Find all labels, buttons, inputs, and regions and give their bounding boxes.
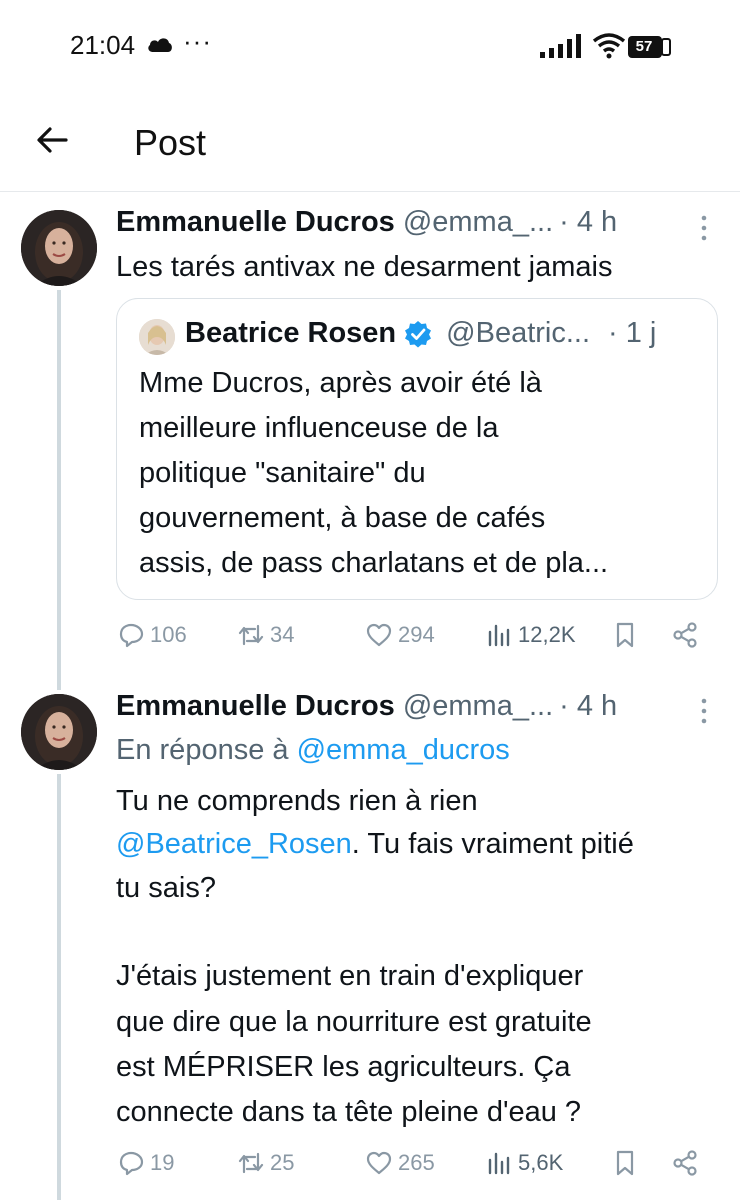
tweet-text-line: Tu ne comprends rien à rien	[116, 785, 478, 817]
signal-icon	[540, 34, 581, 58]
share-button[interactable]	[670, 620, 700, 650]
reply-icon	[119, 1151, 144, 1176]
handle[interactable]: @emma_...	[403, 206, 553, 239]
like-count: 294	[398, 622, 435, 647]
share-icon	[673, 622, 697, 648]
reply-prefix: En réponse à	[116, 734, 297, 766]
tweet-text-span: . Tu fais vraiment pitié	[351, 828, 634, 860]
heart-icon	[366, 623, 392, 647]
share-button[interactable]	[670, 1148, 700, 1178]
reply-count: 19	[150, 1150, 175, 1175]
retweet-icon	[238, 624, 264, 646]
tweet-header: Emmanuelle Ducros @emma_... · 4 h	[116, 206, 617, 239]
display-name[interactable]: Emmanuelle Ducros	[116, 690, 395, 723]
action-bar: 106 34 294 12,2K	[116, 620, 706, 660]
tweet-text-line: J'étais justement en train d'expliquer	[116, 960, 584, 992]
views-count: 12,2K	[518, 622, 576, 647]
retweet-button[interactable]: 34	[236, 620, 294, 650]
views-button[interactable]: 5,6K	[484, 1148, 563, 1178]
retweet-button[interactable]: 25	[236, 1148, 294, 1178]
quote-text-line: assis, de pass charlatans et de pla...	[139, 547, 609, 579]
reply-to-link[interactable]: @emma_ducros	[297, 734, 510, 766]
views-button[interactable]: 12,2K	[484, 620, 576, 650]
display-name[interactable]: Emmanuelle Ducros	[116, 206, 395, 239]
tweet-text-line: @Beatrice_Rosen. Tu fais vraiment pitié	[116, 828, 634, 861]
action-bar: 19 25 265 5,6K	[116, 1148, 706, 1188]
thread-line	[57, 290, 61, 690]
bookmark-button[interactable]	[610, 1148, 640, 1178]
bookmark-icon	[616, 1150, 634, 1176]
reply-button[interactable]: 106	[116, 620, 187, 650]
status-time: 21:04	[70, 30, 136, 60]
retweet-icon	[238, 1152, 264, 1174]
heart-icon	[366, 1151, 392, 1175]
cloud-icon	[148, 38, 172, 52]
handle[interactable]: @emma_...	[403, 690, 553, 723]
quoted-tweet[interactable]: Beatrice Rosen @Beatric... · 1 j Mme Duc…	[116, 298, 718, 600]
views-icon	[488, 624, 510, 647]
quote-text-line: meilleure influenceuse de la	[139, 412, 499, 444]
timestamp[interactable]: · 4 h	[559, 690, 617, 723]
battery-level: 57	[635, 38, 653, 55]
arrow-left-icon[interactable]	[34, 122, 70, 158]
bookmark-icon	[616, 622, 634, 648]
tweet-text-line: tu sais?	[116, 872, 216, 904]
quote-text-line: gouvernement, à base de cafés	[139, 502, 546, 534]
header: Post	[0, 96, 740, 192]
reply-icon	[119, 623, 144, 648]
views-count: 5,6K	[518, 1150, 564, 1175]
wifi-icon	[592, 33, 626, 59]
retweet-count: 34	[270, 622, 295, 647]
quote-text-line: politique "sanitaire" du	[139, 457, 426, 489]
reply-context: En réponse à @emma_ducros	[116, 734, 510, 767]
timestamp[interactable]: · 4 h	[559, 206, 617, 239]
verified-badge-icon	[405, 320, 432, 347]
like-button[interactable]: 265	[364, 1148, 435, 1178]
bookmark-button[interactable]	[610, 620, 640, 650]
quote-handle: @Beatric...	[446, 317, 591, 349]
tweet-text-line: est MÉPRISER les agriculteurs. Ça	[116, 1051, 571, 1083]
quote-timestamp: · 1 j	[608, 317, 657, 349]
quote-text-line: Mme Ducros, après avoir été là	[139, 367, 542, 399]
retweet-count: 25	[270, 1150, 295, 1175]
tweet-text-line: connecte dans ta tête pleine d'eau ?	[116, 1096, 582, 1128]
tweet-text: Les tarés antivax ne desarment jamais	[116, 251, 613, 283]
like-count: 265	[398, 1150, 435, 1175]
like-button[interactable]: 294	[364, 620, 435, 650]
page-title: Post	[134, 122, 207, 163]
more-options-icon[interactable]	[698, 697, 710, 725]
avatar-image	[21, 210, 97, 286]
share-icon	[673, 1150, 697, 1176]
tweet-header: Emmanuelle Ducros @emma_... · 4 h	[116, 690, 617, 723]
tweet-text-line: que dire que la nourriture est gratuite	[116, 1006, 592, 1038]
avatar[interactable]	[21, 210, 97, 286]
quote-avatar	[139, 319, 175, 355]
mention-link[interactable]: @Beatrice_Rosen	[116, 828, 352, 860]
avatar[interactable]	[21, 694, 97, 770]
more-options-icon[interactable]	[698, 214, 710, 242]
quote-header: Beatrice Rosen @Beatric... · 1 j	[185, 317, 656, 350]
avatar-image	[21, 694, 97, 770]
thread-line	[57, 774, 61, 1200]
quote-display-name: Beatrice Rosen	[185, 317, 397, 349]
status-more-dots: ···	[183, 26, 212, 56]
reply-button[interactable]: 19	[116, 1148, 174, 1178]
reply-count: 106	[150, 622, 187, 647]
views-icon	[488, 1152, 510, 1175]
status-bar: 21:04 ··· 57	[0, 0, 740, 96]
